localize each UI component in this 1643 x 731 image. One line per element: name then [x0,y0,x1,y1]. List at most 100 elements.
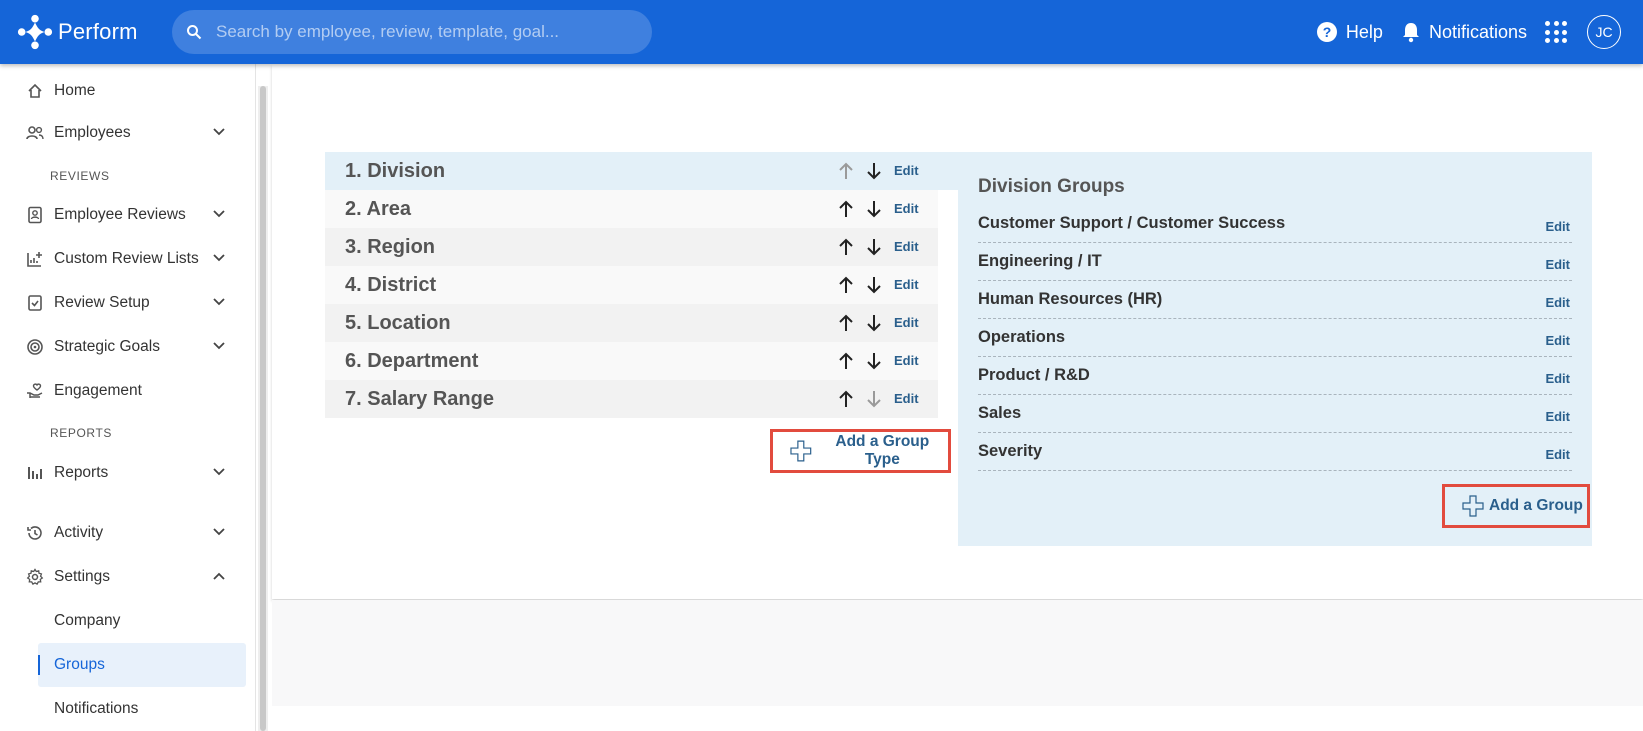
group-type-row[interactable]: 7. Salary Range Edit [325,380,938,418]
sidebar-subitem-notifications[interactable]: Notifications [38,687,246,731]
add-group-button[interactable]: Add a Group [1442,484,1590,528]
sidebar-item-review-setup[interactable]: Review Setup [0,281,256,325]
search-bar[interactable] [172,10,652,54]
history-icon [26,524,44,542]
user-avatar[interactable]: JC [1587,15,1621,49]
arrow-down-icon[interactable] [865,237,883,257]
edit-group-link[interactable]: Edit [1545,295,1570,310]
arrow-down-icon[interactable] [865,313,883,333]
group-name: Product / R&D [978,366,1090,384]
edit-group-link[interactable]: Edit [1545,219,1570,234]
sidebar-scrollbar[interactable] [258,86,268,731]
bell-icon [1402,23,1419,43]
perform-logo-icon [17,14,53,50]
bar-chart-icon [26,464,44,482]
chevron-down-icon[interactable] [212,525,226,539]
group-type-row[interactable]: 2. Area Edit [325,190,938,228]
group-name: Sales [978,404,1022,422]
edit-group-type-link[interactable]: Edit [894,353,919,368]
sidebar-item-label: Strategic Goals [54,338,160,355]
arrow-down-icon[interactable] [865,275,883,295]
notifications-label: Notifications [1428,21,1527,42]
group-type-label: 2. Area [345,197,411,220]
sidebar-item-label: Engagement [54,382,142,399]
sidebar-item-settings[interactable]: Settings [0,555,256,599]
home-icon [26,82,44,100]
sidebar-item-reports[interactable]: Reports [0,451,256,495]
edit-group-type-link[interactable]: Edit [894,201,919,216]
gear-icon [26,568,44,586]
add-group-type-button[interactable]: Add a Group Type [770,429,951,473]
group-type-row[interactable]: 1. Division Edit [325,152,958,190]
group-name: Customer Support / Customer Success [978,214,1286,232]
group-type-label: 1. Division [345,159,446,182]
edit-group-link[interactable]: Edit [1545,371,1570,386]
group-name: Operations [978,328,1066,346]
edit-group-link[interactable]: Edit [1545,447,1570,462]
edit-group-link[interactable]: Edit [1545,409,1570,424]
arrow-up-icon[interactable] [837,351,855,371]
sidebar-item-label: Reports [54,464,109,481]
sidebar-item-label: Home [54,82,96,99]
group-type-row[interactable]: 5. Location Edit [325,304,938,342]
arrow-down-icon[interactable] [865,161,883,181]
sidebar-subitem-company[interactable]: Company [38,599,246,643]
help-icon: ? [1316,22,1337,42]
apps-grid-icon[interactable] [1545,21,1567,43]
help-link[interactable]: ? Help [1316,21,1383,43]
sidebar-item-label: Custom Review Lists [54,250,199,267]
group-type-row[interactable]: 6. Department Edit [325,342,938,380]
sidebar-subitem-groups[interactable]: Groups [38,643,246,687]
section-reviews: REVIEWS [50,169,110,183]
sidebar-item-employees[interactable]: Employees [0,111,256,155]
help-label: Help [1345,21,1383,42]
edit-group-link[interactable]: Edit [1545,257,1570,272]
edit-group-type-link[interactable]: Edit [894,277,919,292]
group-type-label: 3. Region [345,235,436,258]
edit-group-type-link[interactable]: Edit [894,239,919,254]
arrow-up-icon[interactable] [837,275,855,295]
chevron-down-icon[interactable] [212,339,226,353]
sidebar-item-custom-review-lists[interactable]: Custom Review Lists [0,237,256,281]
sidebar-item-home[interactable]: Home [0,69,256,113]
edit-group-link[interactable]: Edit [1545,333,1570,348]
chevron-up-icon[interactable] [212,569,226,583]
sidebar-item-label: Employee Reviews [54,206,186,223]
arrow-down-icon [867,391,881,408]
chevron-down-icon[interactable] [212,207,226,221]
arrow-down-icon[interactable] [865,351,883,371]
group-row: Operations Edit [978,319,1572,357]
chevron-down-icon[interactable] [212,465,226,479]
review-badge-icon [26,206,44,224]
chart-plus-icon [26,250,44,268]
group-type-label: 5. Location [345,311,451,334]
top-bar: Perform ? Help Notifications JC [0,0,1643,64]
group-type-row[interactable]: 4. District Edit [325,266,938,304]
chevron-down-icon[interactable] [212,295,226,309]
app-logo[interactable]: Perform [16,12,138,52]
add-group-label: Add a Group [1489,497,1583,514]
group-row: Human Resources (HR) Edit [978,281,1572,319]
sidebar-item-engagement[interactable]: Engagement [0,369,256,413]
arrow-up-icon[interactable] [837,199,855,219]
arrow-up-icon[interactable] [837,237,855,257]
notifications-link[interactable]: Notifications [1401,21,1527,43]
arrow-up-icon[interactable] [837,389,855,409]
arrow-up-icon[interactable] [837,313,855,333]
scrollbar-thumb[interactable] [260,86,266,731]
main-content-footer-area [272,600,1643,706]
sidebar-item-activity[interactable]: Activity [0,511,256,555]
group-name: Human Resources (HR) [978,290,1163,308]
group-type-row[interactable]: 3. Region Edit [325,228,938,266]
search-input[interactable] [216,22,636,42]
edit-group-type-link[interactable]: Edit [894,315,919,330]
arrow-down-icon[interactable] [865,199,883,219]
target-icon [26,338,44,356]
chevron-down-icon[interactable] [212,125,226,139]
edit-group-type-link[interactable]: Edit [894,163,919,178]
sidebar-item-strategic-goals[interactable]: Strategic Goals [0,325,256,369]
sidebar-item-employee-reviews[interactable]: Employee Reviews [0,193,256,237]
group-row: Severity Edit [978,433,1572,471]
edit-group-type-link[interactable]: Edit [894,391,919,406]
chevron-down-icon[interactable] [212,251,226,265]
